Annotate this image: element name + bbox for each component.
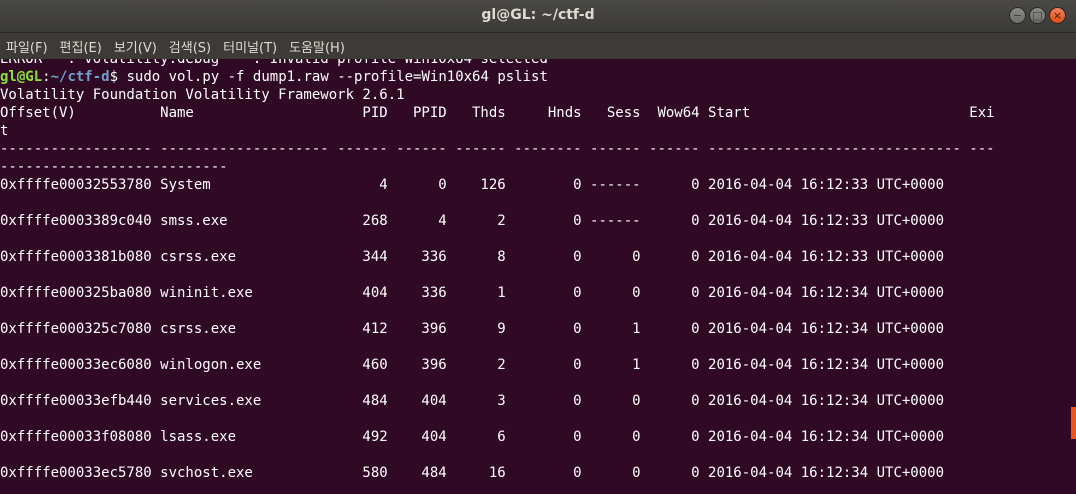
table-header-wrap: t: [0, 123, 9, 139]
maximize-button[interactable]: □: [1029, 7, 1046, 24]
table-row-wrap: [0, 410, 1066, 428]
prompt-command: sudo vol.py -f dump1.raw --profile=Win10…: [118, 69, 548, 85]
scrollbar-thumb[interactable]: [1071, 407, 1076, 439]
table-row: 0xffffe000325ba080 wininit.exe 404 336 1…: [0, 285, 945, 301]
table-row-wrap: [0, 194, 1066, 212]
table-row: 0xffffe00032553780 System 4 0 126 0 ----…: [0, 177, 945, 193]
table-row: 0xffffe00033ec5780 svchost.exe 580 484 1…: [0, 465, 945, 481]
window-title: gl@GL: ~/ctf-d: [481, 7, 595, 23]
table-row: 0xffffe000325c7080 csrss.exe 412 396 9 0…: [0, 321, 945, 337]
terminal-output[interactable]: ERROR : volatility.debug : Invalid profi…: [0, 50, 1066, 494]
table-row-wrap: [0, 446, 1066, 464]
window-controls: − □ ×: [1009, 7, 1066, 24]
command-prompt-line: gl@GL:~/ctf-d$ sudo vol.py -f dump1.raw …: [0, 68, 1066, 86]
menu-edit[interactable]: 편집(E): [60, 37, 102, 56]
menu-bar: 파일(F) 편집(E) 보기(V) 검색(S) 터미널(T) 도움말(H): [0, 33, 1076, 59]
table-row: 0xffffe00033ec6080 winlogon.exe 460 396 …: [0, 357, 945, 373]
prompt-symbol: $: [109, 69, 119, 85]
menu-view[interactable]: 보기(V): [114, 37, 157, 56]
prompt-user: gl@GL: [0, 69, 43, 85]
prompt-separator: :: [42, 69, 51, 85]
table-row: 0xffffe0003381b080 csrss.exe 344 336 8 0…: [0, 249, 945, 265]
maximize-icon: □: [1032, 9, 1043, 22]
framework-banner: Volatility Foundation Volatility Framewo…: [0, 87, 405, 103]
table-row-wrap: [0, 482, 1066, 494]
table-row: 0xffffe00033efb440 services.exe 484 404 …: [0, 393, 945, 409]
table-rule: ------------------ -------------------- …: [0, 141, 995, 157]
menu-file[interactable]: 파일(F): [6, 37, 48, 56]
table-row-wrap: [0, 374, 1066, 392]
terminal-window: gl@GL: ~/ctf-d − □ × 파일(F) 편집(E) 보기(V) 검…: [0, 0, 1076, 494]
minimize-icon: −: [1012, 9, 1023, 22]
close-button[interactable]: ×: [1049, 7, 1066, 24]
menu-terminal[interactable]: 터미널(T): [223, 37, 277, 56]
minimize-button[interactable]: −: [1009, 7, 1026, 24]
table-row: 0xffffe00033f08080 lsass.exe 492 404 6 0…: [0, 429, 945, 445]
table-header: Offset(V) Name PID PPID Thds Hnds Sess W…: [0, 105, 995, 121]
table-row-wrap: [0, 338, 1066, 356]
scrollbar[interactable]: [1066, 59, 1076, 494]
prompt-path: ~/ctf-d: [50, 69, 110, 85]
table-row-wrap: [0, 230, 1066, 248]
table-row: 0xffffe0003389c040 smss.exe 268 4 2 0 --…: [0, 213, 945, 229]
title-bar[interactable]: gl@GL: ~/ctf-d − □ ×: [0, 0, 1076, 33]
table-row-wrap: [0, 266, 1066, 284]
menu-search[interactable]: 검색(S): [169, 37, 211, 56]
table-rule-wrap: ---------------------------: [0, 159, 228, 175]
process-list: 0xffffe00032553780 System 4 0 126 0 ----…: [0, 176, 1066, 494]
menu-help[interactable]: 도움말(H): [289, 37, 345, 56]
close-icon: ×: [1052, 9, 1063, 22]
table-row-wrap: [0, 302, 1066, 320]
